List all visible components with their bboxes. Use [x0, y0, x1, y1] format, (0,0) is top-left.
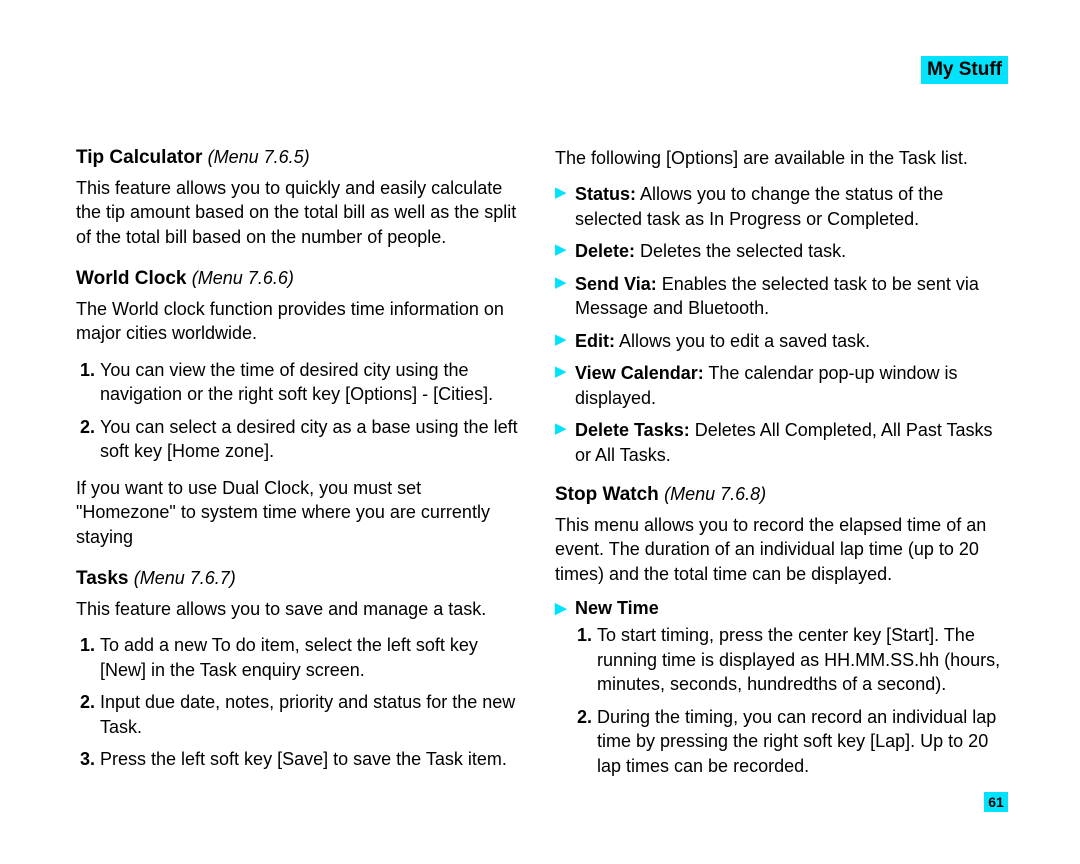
- list-item: Status: Allows you to change the status …: [555, 182, 1004, 239]
- ordered-list: To add a new To do item, select the left…: [76, 633, 525, 771]
- list-item: Press the left soft key [Save] to save t…: [100, 747, 525, 771]
- list-item: Input due date, notes, priority and stat…: [100, 690, 525, 739]
- list-item: To start timing, press the center key [S…: [597, 623, 1004, 696]
- paragraph: This feature allows you to save and mana…: [76, 597, 525, 621]
- options-list: Status: Allows you to change the status …: [555, 182, 1004, 475]
- subheading-new-time: New Time: [555, 598, 1004, 619]
- heading-tip-calculator: Tip Calculator (Menu 7.6.5): [76, 146, 525, 171]
- list-item: To add a new To do item, select the left…: [100, 633, 525, 682]
- section-tab: My Stuff: [921, 56, 1008, 84]
- paragraph: The World clock function provides time i…: [76, 297, 525, 346]
- paragraph: This menu allows you to record the elaps…: [555, 513, 1004, 586]
- list-item: You can view the time of desired city us…: [100, 358, 525, 407]
- list-item: View Calendar: The calendar pop-up windo…: [555, 361, 1004, 418]
- paragraph: This feature allows you to quickly and e…: [76, 176, 525, 249]
- list-item: Delete Tasks: Deletes All Completed, All…: [555, 418, 1004, 475]
- section-tab-label: My Stuff: [927, 59, 1002, 80]
- paragraph: The following [Options] are available in…: [555, 146, 1004, 170]
- left-column: Tip Calculator (Menu 7.6.5) This feature…: [76, 146, 525, 786]
- list-item: Edit: Allows you to edit a saved task.: [555, 329, 1004, 361]
- ordered-list: To start timing, press the center key [S…: [575, 623, 1004, 778]
- right-column: The following [Options] are available in…: [555, 146, 1004, 786]
- heading-stop-watch: Stop Watch (Menu 7.6.8): [555, 483, 1004, 508]
- heading-tasks: Tasks (Menu 7.6.7): [76, 567, 525, 592]
- manual-page: My Stuff Tip Calculator (Menu 7.6.5) Thi…: [0, 0, 1080, 864]
- list-item: Delete: Deletes the selected task.: [555, 239, 1004, 271]
- ordered-list: You can view the time of desired city us…: [76, 358, 525, 464]
- list-item: During the timing, you can record an ind…: [597, 705, 1004, 778]
- content-columns: Tip Calculator (Menu 7.6.5) This feature…: [76, 146, 1004, 786]
- heading-world-clock: World Clock (Menu 7.6.6): [76, 267, 525, 292]
- list-item: Send Via: Enables the selected task to b…: [555, 272, 1004, 329]
- paragraph: If you want to use Dual Clock, you must …: [76, 476, 525, 549]
- list-item: You can select a desired city as a base …: [100, 415, 525, 464]
- page-number: 61: [984, 792, 1008, 812]
